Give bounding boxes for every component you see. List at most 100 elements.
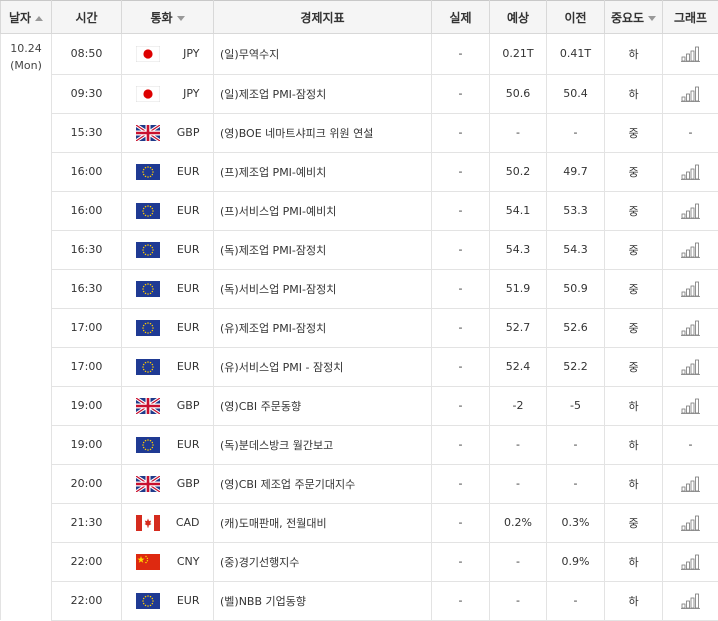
importance-cell: 하	[605, 542, 663, 581]
indicator-cell[interactable]: (독)서비스업 PMI-잠정치	[214, 269, 432, 308]
bar-chart-icon[interactable]	[681, 204, 701, 217]
importance-cell: 중	[605, 308, 663, 347]
flag-eu-icon	[136, 203, 160, 219]
indicator-cell[interactable]: (영)BOE 네마트샤피크 위원 연설	[214, 113, 432, 152]
col-header-actual: 실제	[432, 1, 490, 34]
flag-eu-icon	[136, 242, 160, 258]
dropdown-arrow-icon[interactable]	[177, 16, 185, 21]
header-row: 날자 시간 통화 경제지표 실제 예상 이전 중요도 그래프	[1, 1, 718, 34]
time-cell: 20:00	[52, 464, 122, 503]
date-cell-empty	[1, 74, 52, 113]
graph-cell[interactable]	[663, 542, 718, 581]
table-row: 22:00CNY(중)경기선행지수--0.9%하	[1, 542, 718, 581]
date-cell-empty	[1, 113, 52, 152]
col-header-previous: 이전	[547, 1, 605, 34]
currency-cell: EUR	[122, 581, 214, 620]
graph-cell[interactable]	[663, 191, 718, 230]
graph-cell[interactable]	[663, 269, 718, 308]
indicator-cell[interactable]: (유)서비스업 PMI - 잠정치	[214, 347, 432, 386]
previous-cell: -	[547, 113, 605, 152]
currency-code: EUR	[160, 243, 200, 256]
indicator-cell[interactable]: (프)제조업 PMI-예비치	[214, 152, 432, 191]
previous-cell: 0.3%	[547, 503, 605, 542]
date-cell-empty	[1, 191, 52, 230]
actual-cell: -	[432, 152, 490, 191]
previous-cell: 0.9%	[547, 542, 605, 581]
previous-cell: 52.2	[547, 347, 605, 386]
importance-cell: 중	[605, 269, 663, 308]
actual-cell: -	[432, 386, 490, 425]
bar-chart-icon[interactable]	[681, 555, 701, 568]
bar-chart-icon[interactable]	[681, 516, 701, 529]
importance-cell: 중	[605, 503, 663, 542]
date-cell-empty	[1, 542, 52, 581]
forecast-cell: -2	[490, 386, 547, 425]
graph-cell[interactable]	[663, 34, 718, 75]
indicator-cell[interactable]: (벨)NBB 기업동향	[214, 581, 432, 620]
sort-asc-icon[interactable]	[35, 16, 43, 21]
actual-cell: -	[432, 34, 490, 75]
graph-cell[interactable]	[663, 581, 718, 620]
table-row: 20:00GBP(영)CBI 제조업 주문기대지수---하	[1, 464, 718, 503]
indicator-cell[interactable]: (일)제조업 PMI-잠정치	[214, 74, 432, 113]
importance-cell: 하	[605, 464, 663, 503]
graph-cell[interactable]	[663, 464, 718, 503]
currency-cell: CAD	[122, 503, 214, 542]
flag-eu-icon	[136, 164, 160, 180]
indicator-cell[interactable]: (유)제조업 PMI-잠정치	[214, 308, 432, 347]
bar-chart-icon[interactable]	[681, 282, 701, 295]
previous-cell: 53.3	[547, 191, 605, 230]
bar-chart-icon[interactable]	[681, 87, 701, 100]
graph-cell[interactable]	[663, 74, 718, 113]
graph-cell[interactable]	[663, 152, 718, 191]
col-header-currency[interactable]: 통화	[122, 1, 214, 34]
actual-cell: -	[432, 464, 490, 503]
forecast-cell: -	[490, 464, 547, 503]
indicator-cell[interactable]: (캐)도매판매, 전월대비	[214, 503, 432, 542]
currency-code: JPY	[160, 47, 200, 60]
previous-cell: 0.41T	[547, 34, 605, 75]
time-cell: 16:00	[52, 191, 122, 230]
table-row: 16:00EUR(프)서비스업 PMI-예비치-54.153.3중	[1, 191, 718, 230]
graph-cell[interactable]	[663, 308, 718, 347]
bar-chart-icon[interactable]	[681, 399, 701, 412]
date-cell-empty	[1, 503, 52, 542]
actual-cell: -	[432, 191, 490, 230]
indicator-cell[interactable]: (독)분데스방크 월간보고	[214, 425, 432, 464]
graph-cell[interactable]	[663, 386, 718, 425]
col-header-date[interactable]: 날자	[1, 1, 52, 34]
indicator-cell[interactable]: (영)CBI 제조업 주문기대지수	[214, 464, 432, 503]
table-row: 15:30GBP(영)BOE 네마트샤피크 위원 연설---중-	[1, 113, 718, 152]
bar-chart-icon[interactable]	[681, 477, 701, 490]
actual-cell: -	[432, 581, 490, 620]
date-cell: 10.24(Mon)	[1, 34, 52, 75]
bar-chart-icon[interactable]	[681, 321, 701, 334]
currency-cell: GBP	[122, 386, 214, 425]
bar-chart-icon[interactable]	[681, 165, 701, 178]
indicator-cell[interactable]: (영)CBI 주문동향	[214, 386, 432, 425]
actual-cell: -	[432, 74, 490, 113]
indicator-cell[interactable]: (일)무역수지	[214, 34, 432, 75]
currency-code: EUR	[160, 321, 200, 334]
table-row: 16:30EUR(독)서비스업 PMI-잠정치-51.950.9중	[1, 269, 718, 308]
bar-chart-icon[interactable]	[681, 594, 701, 607]
forecast-cell: 52.4	[490, 347, 547, 386]
bar-chart-icon[interactable]	[681, 47, 701, 60]
previous-cell: 50.4	[547, 74, 605, 113]
bar-chart-icon[interactable]	[681, 360, 701, 373]
col-header-importance[interactable]: 중요도	[605, 1, 663, 34]
indicator-cell[interactable]: (독)제조업 PMI-잠정치	[214, 230, 432, 269]
table-row: 19:00GBP(영)CBI 주문동향--2-5하	[1, 386, 718, 425]
graph-cell[interactable]	[663, 347, 718, 386]
indicator-cell[interactable]: (프)서비스업 PMI-예비치	[214, 191, 432, 230]
actual-cell: -	[432, 308, 490, 347]
previous-cell: -	[547, 425, 605, 464]
currency-code: GBP	[160, 477, 200, 490]
bar-chart-icon[interactable]	[681, 243, 701, 256]
currency-code: EUR	[160, 438, 200, 451]
flag-ca-icon	[136, 515, 160, 531]
indicator-cell[interactable]: (중)경기선행지수	[214, 542, 432, 581]
dropdown-arrow-icon[interactable]	[648, 16, 656, 21]
graph-cell[interactable]	[663, 230, 718, 269]
graph-cell[interactable]	[663, 503, 718, 542]
